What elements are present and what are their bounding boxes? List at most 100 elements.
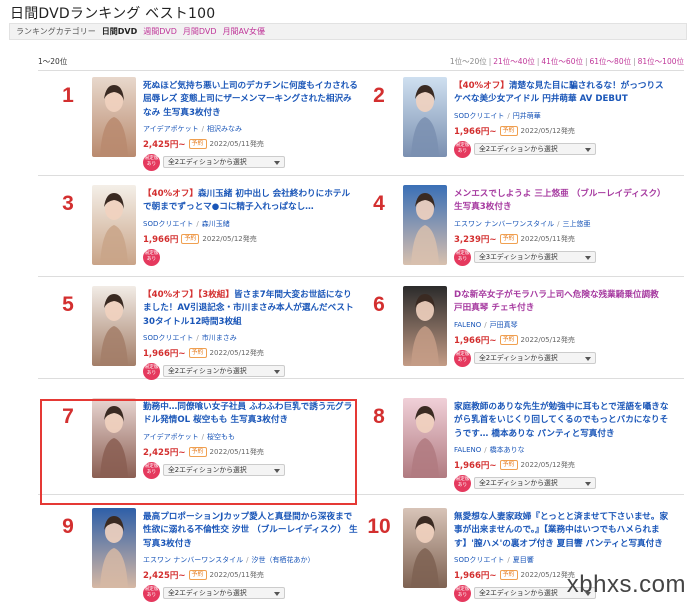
product-title[interactable]: 最高プロポーションJカップ愛人と真昼間から深夜まで性欲に溺れる不倫性交 汐世 （… [143,511,358,551]
actress-link[interactable]: 桜空もも [207,433,235,441]
product-title[interactable]: 【40%オフ】森川玉緒 初中出し 会社終わりにホテルで朝までずっとマ●コに精子入… [143,188,358,215]
maker-link[interactable]: FALENO [454,321,481,329]
product-title-text[interactable]: Dな新卒女子がモラハラ上司へ危険な残業騎乗位調教 戸田真琴 チェキ付き [454,290,659,313]
product-info: 死ぬほど気持ち悪い上司のデカチンに何度もイカされる屈辱レズ 変態上司にザーメンマ… [143,80,358,171]
category-weekly-dvd[interactable]: 週間DVD [143,26,177,37]
range-link-21-40[interactable]: 21位〜40位 [493,57,535,66]
product-cover-image[interactable] [92,185,136,265]
product-cover-image[interactable] [92,398,136,478]
category-monthly-actress[interactable]: 月間AV女優 [223,26,265,37]
category-bar: ランキングカテゴリー 日間DVD 週間DVD 月間DVD 月間AV女優 [9,23,687,40]
rank-number: 7 [62,405,74,428]
actress-link[interactable]: 戸田真琴 [490,321,518,329]
maker-link[interactable]: エスワン ナンバーワンスタイル [143,556,243,564]
watermark: xbhxs.com [566,571,686,598]
rank-number: 5 [62,293,74,316]
product-title[interactable]: 勤務中…同僚喰い女子社員 ふわふわ巨乳で誘う元グラドル発情OL 桜空もも 生写真… [143,401,358,428]
product-title[interactable]: 【40%オフ】【3枚組】皆さま7年間大変お世話になりました！AV引退記念・市川ま… [143,289,358,329]
rank-number: 9 [62,515,74,538]
maker-link[interactable]: SODクリエイト [454,112,504,120]
product-cover-image[interactable] [403,508,447,588]
range-link-61-80[interactable]: 61位〜80位 [590,57,632,66]
maker-link[interactable]: エスワン ナンバーワンスタイル [454,220,554,228]
edition-select[interactable]: 全2エディションから選択 [474,352,596,365]
maker-link[interactable]: アイデアポケット [143,433,199,441]
edition-select[interactable]: 全2エディションから選択 [163,464,285,477]
price-row: 1,966円 予約 2022/05/12発売 [143,233,358,245]
edition-select[interactable]: 全3エディションから選択 [474,251,596,264]
release-date: 2022/05/12発売 [520,460,575,469]
maker-link[interactable]: SODクリエイト [143,334,193,342]
price: 3,239円~ [454,234,497,245]
rank-number: 3 [62,192,74,215]
chevron-down-icon [585,482,591,487]
page-title: 日間DVDランキング ベスト100 [10,6,216,22]
product-title-text[interactable]: 勤務中…同僚喰い女子社員 ふわふわ巨乳で誘う元グラドル発情OL 桜空もも 生写真… [143,402,352,425]
product-cover-image[interactable] [403,398,447,478]
maker-actress: SODクリエイト / 市川まさみ [143,333,237,342]
product-title-text[interactable]: 無愛想な人妻家政婦『とっとと済ませて下さいませ。家事が出来ませんので。』【業務中… [454,512,668,549]
product-cover-image[interactable] [92,508,136,588]
edition-select[interactable]: 全2エディションから選択 [163,365,285,378]
maker-actress: アイデアポケット / 相沢みなみ [143,124,243,133]
rank-number: 2 [373,84,385,107]
price: 1,966円 [143,234,179,245]
product-title-text[interactable]: 家庭教師のありな先生が勉強中に耳もとで淫語を囁きながら乳首をいじくり回してくるの… [454,402,668,439]
product-cover-image[interactable] [403,286,447,366]
product-info: 【40%オフ】【3枚組】皆さま7年間大変お世話になりました！AV引退記念・市川ま… [143,289,358,380]
range-link-1-20[interactable]: 1位〜20位 [450,57,487,66]
product-title-text[interactable]: メンエスでしようよ 三上悠亜 （ブルーレイディスク） 生写真3枚付き [454,189,666,212]
release-date: 2022/05/11発売 [209,570,264,579]
edition-select-label: 全2エディションから選択 [168,589,247,598]
product-cover-image[interactable] [92,77,136,157]
actress-link[interactable]: 相沢みなみ [207,125,242,133]
maker-actress: エスワン ナンバーワンスタイル / 三上悠亜 [454,219,591,228]
price-row: 2,425円~ 予約 2022/05/11発売 [143,446,358,458]
product-cover-image[interactable] [92,286,136,366]
price-row: 3,239円~ 予約 2022/05/11発売 [454,233,669,245]
product-title[interactable]: 無愛想な人妻家政婦『とっとと済ませて下さいませ。家事が出来ませんので。』【業務中… [454,511,669,551]
price-row: 1,966円~ 予約 2022/05/12発売 [454,459,669,471]
edition-select[interactable]: 全2エディションから選択 [163,587,285,600]
product-title[interactable]: 家庭教師のありな先生が勉強中に耳もとで淫語を囁きながら乳首をいじくり回してくるの… [454,401,669,441]
range-link-41-60[interactable]: 41位〜60位 [541,57,583,66]
release-date: 2022/05/12発売 [202,234,257,243]
product-title[interactable]: Dな新卒女子がモラハラ上司へ危険な残業騎乗位調教 戸田真琴 チェキ付き [454,289,669,316]
product-title-text[interactable]: 死ぬほど気持ち悪い上司のデカチンに何度もイカされる屈辱レズ 変態上司にザーメンマ… [143,81,358,118]
ranking-item: 9 最高プロポーションJカップ愛人と真昼間から深夜まで性欲に溺れる不倫性交 汐世… [52,508,358,605]
preorder-badge: 予約 [499,334,518,345]
product-title[interactable]: 【40%オフ】清楚な見た目に騙されるな！がっつりスケベな美少女アイドル 円井萌華… [454,80,669,107]
category-daily-dvd[interactable]: 日間DVD [102,26,137,37]
product-cover-image[interactable] [403,77,447,157]
price-row: 1,966円~ 予約 2022/05/12発売 [454,334,669,346]
product-info: 勤務中…同僚喰い女子社員 ふわふわ巨乳で誘う元グラドル発情OL 桜空もも 生写真… [143,401,358,479]
release-date: 2022/05/12発売 [520,126,575,135]
actress-link[interactable]: 円井萌華 [513,112,541,120]
actress-link[interactable]: 夏目響 [513,556,534,564]
edition-select[interactable]: 全2エディションから選択 [474,143,596,156]
edition-select[interactable]: 全2エディションから選択 [474,477,596,490]
edition-row: 限定版あり 全2エディションから選択 [143,362,358,380]
actress-link[interactable]: 市川まさみ [202,334,237,342]
product-cover-image[interactable] [403,185,447,265]
edition-select-label: 全2エディションから選択 [479,589,558,598]
category-monthly-dvd[interactable]: 月間DVD [183,26,217,37]
price-row: 2,425円~ 予約 2022/05/11発売 [143,569,358,581]
edition-select[interactable]: 全2エディションから選択 [163,156,285,169]
maker-link[interactable]: FALENO [454,446,481,454]
product-title[interactable]: 死ぬほど気持ち悪い上司のデカチンに何度もイカされる屈辱レズ 変態上司にザーメンマ… [143,80,358,120]
limited-edition-badge: 限定版あり [143,362,160,380]
maker-link[interactable]: SODクリエイト [143,220,193,228]
actress-link[interactable]: 汐世（有栖花あか） [251,556,314,564]
limited-edition-badge: 限定版あり [454,584,471,602]
maker-link[interactable]: SODクリエイト [454,556,504,564]
actress-link[interactable]: 橋本ありな [490,446,525,454]
actress-link[interactable]: 森川玉緒 [202,220,230,228]
actress-link[interactable]: 三上悠亜 [562,220,590,228]
chevron-down-icon [274,370,280,375]
maker-link[interactable]: アイデアポケット [143,125,199,133]
product-info: 【40%オフ】森川玉緒 初中出し 会社終わりにホテルで朝までずっとマ●コに精子入… [143,188,358,266]
product-title-text[interactable]: 最高プロポーションJカップ愛人と真昼間から深夜まで性欲に溺れる不倫性交 汐世 （… [143,512,358,549]
range-link-81-100[interactable]: 81位〜100位 [638,57,684,66]
product-title[interactable]: メンエスでしようよ 三上悠亜 （ブルーレイディスク） 生写真3枚付き [454,188,669,215]
